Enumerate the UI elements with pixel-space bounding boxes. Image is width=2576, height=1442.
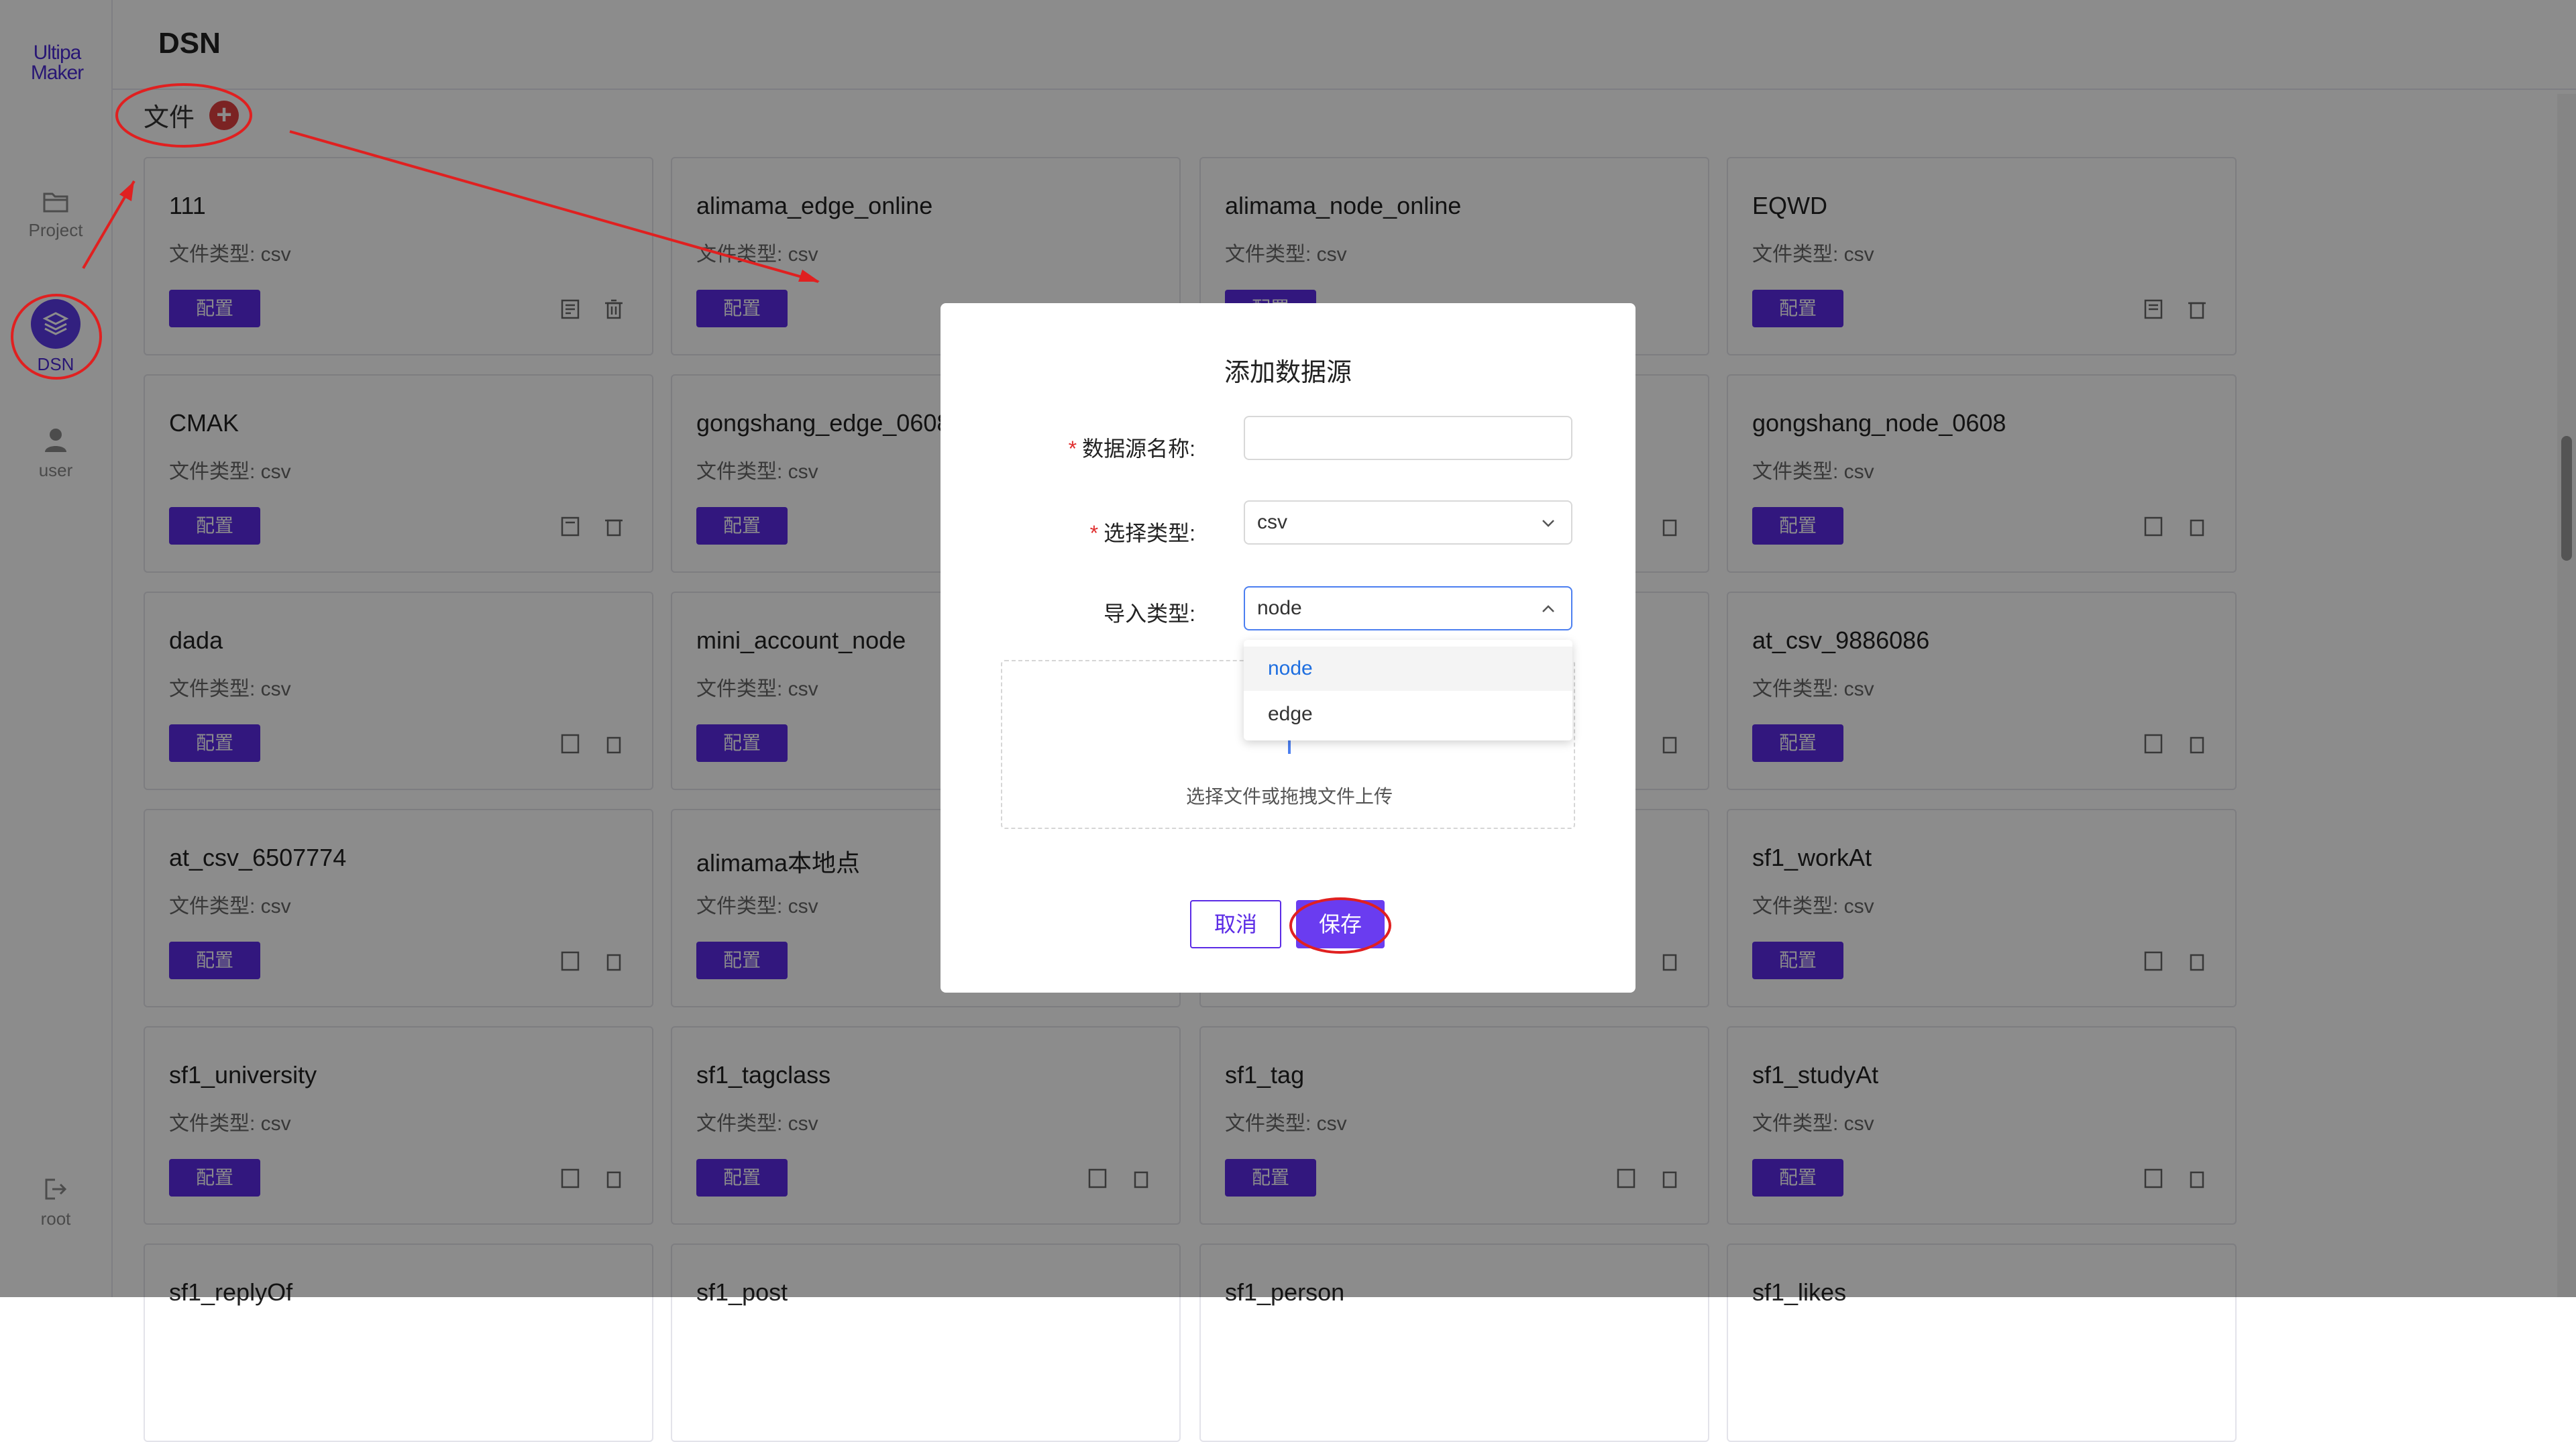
import-type-options: node edge: [1244, 640, 1572, 740]
select-type-dropdown[interactable]: csv: [1244, 500, 1572, 545]
modal-title: 添加数据源: [1224, 359, 1352, 387]
required-mark: *: [1089, 521, 1099, 545]
datasource-name-label: * 数据源名称:: [1068, 437, 1195, 461]
datasource-name-input[interactable]: [1244, 416, 1572, 460]
cancel-button[interactable]: 取消: [1190, 900, 1281, 948]
option-node[interactable]: node: [1244, 647, 1572, 691]
select-type-label: * 选择类型:: [1089, 521, 1195, 545]
save-button[interactable]: 保存: [1296, 900, 1385, 948]
app-root: Ultipa Maker Project DSN user root DSN 文…: [0, 0, 2576, 1442]
import-type-label: 导入类型:: [1104, 602, 1195, 626]
add-datasource-modal: 添加数据源 * 数据源名称: * 选择类型: csv 导入类型: node 选择文件…: [941, 303, 1635, 993]
option-edge[interactable]: edge: [1244, 692, 1572, 736]
import-type-value: node: [1257, 597, 1302, 619]
select-type-value: csv: [1257, 511, 1287, 533]
required-mark: *: [1068, 437, 1077, 461]
import-type-dropdown[interactable]: node: [1244, 586, 1572, 630]
chevron-up-icon: [1542, 605, 1554, 612]
upload-text: 选择文件或拖拽文件上传: [1185, 786, 1393, 807]
chevron-down-icon: [1542, 520, 1554, 527]
